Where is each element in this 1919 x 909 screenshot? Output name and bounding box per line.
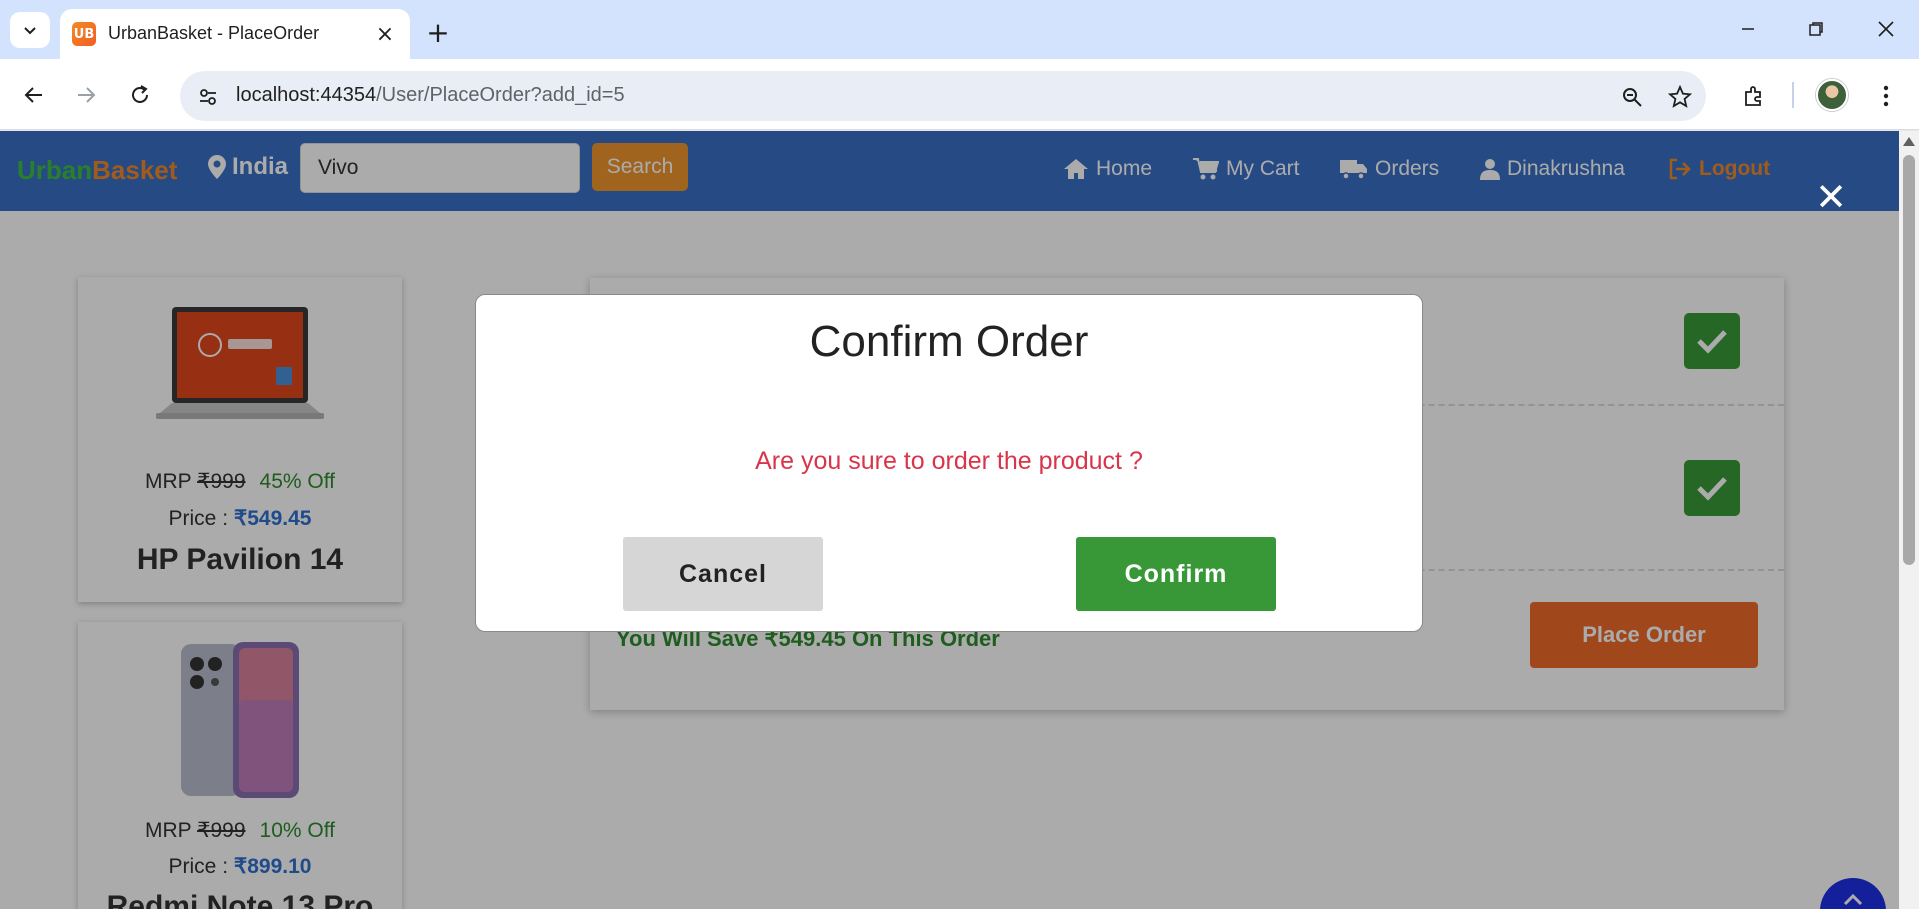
tab-title: UrbanBasket - PlaceOrder bbox=[108, 23, 320, 43]
scrollbar-thumb[interactable] bbox=[1903, 155, 1915, 565]
tab-search-button[interactable] bbox=[10, 12, 50, 48]
url-text[interactable]: localhost:44354/User/PlaceOrder?add_id=5 bbox=[236, 84, 625, 107]
close-tab-icon[interactable]: × bbox=[372, 21, 398, 47]
browser-toolbar: localhost:44354/User/PlaceOrder?add_id=5 bbox=[0, 59, 1919, 130]
new-tab-icon[interactable]: + bbox=[420, 14, 456, 50]
confirm-button[interactable]: Confirm bbox=[1076, 537, 1276, 611]
chevron-down-icon bbox=[24, 27, 36, 35]
extensions-icon[interactable] bbox=[1735, 77, 1773, 115]
bookmark-star-icon[interactable] bbox=[1664, 81, 1696, 113]
profile-avatar[interactable] bbox=[1816, 79, 1848, 111]
close-window-icon[interactable] bbox=[1856, 8, 1916, 50]
scroll-up-arrow-icon[interactable] bbox=[1903, 137, 1915, 146]
browser-tab-bar: UB UrbanBasket - PlaceOrder × + bbox=[0, 0, 1919, 59]
cancel-button[interactable]: Cancel bbox=[623, 537, 823, 611]
minimize-icon[interactable] bbox=[1718, 8, 1778, 50]
favicon-icon: UB bbox=[72, 22, 96, 46]
toolbar-divider bbox=[1792, 82, 1794, 108]
zoom-icon[interactable] bbox=[1616, 81, 1648, 113]
dialog-message: Are you sure to order the product ? bbox=[755, 447, 1143, 475]
reload-icon[interactable] bbox=[120, 75, 160, 115]
restore-icon[interactable] bbox=[1786, 8, 1846, 50]
web-page: UrbanBasket India Vivo Search Home My Ca… bbox=[0, 131, 1899, 909]
forward-icon[interactable] bbox=[66, 75, 106, 115]
site-info-icon[interactable] bbox=[194, 83, 222, 111]
back-icon[interactable] bbox=[14, 75, 54, 115]
dialog-title: Confirm Order bbox=[809, 317, 1089, 366]
close-icon[interactable]: ✕ bbox=[1813, 175, 1849, 219]
page-scrollbar[interactable] bbox=[1899, 131, 1919, 909]
confirm-order-dialog: Confirm Order Are you sure to order the … bbox=[475, 294, 1423, 632]
browser-tab-active[interactable]: UB UrbanBasket - PlaceOrder × bbox=[60, 9, 410, 59]
address-bar[interactable]: localhost:44354/User/PlaceOrder?add_id=5 bbox=[180, 71, 1706, 121]
more-options-icon[interactable] bbox=[1867, 77, 1905, 115]
